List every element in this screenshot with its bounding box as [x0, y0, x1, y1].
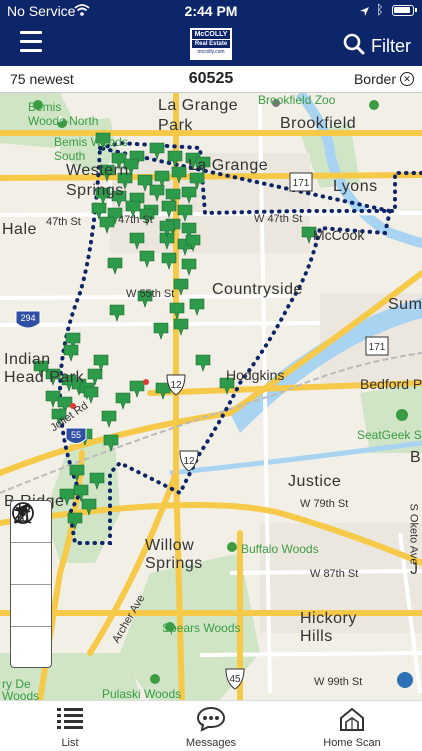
place-justice: Justice — [288, 473, 342, 490]
place-hodgkins: Hodgkins — [226, 367, 285, 383]
road-layer-button[interactable] — [11, 502, 51, 627]
park-woods-left: Woods — [2, 689, 40, 700]
bottom-tab-bar: List Messages Home Scan — [0, 700, 422, 751]
tab-messages-label: Messages — [185, 737, 237, 749]
list-icon — [0, 706, 140, 732]
place-hickory-hills: Hickory Hills — [300, 610, 357, 645]
park-pulaski-woods: Pulaski Woods — [102, 687, 182, 700]
place-hale: Hale — [2, 221, 37, 238]
home-scan-icon — [282, 706, 422, 732]
tab-list[interactable]: List — [0, 701, 140, 751]
place-lyons: Lyons — [333, 178, 378, 195]
svg-text:12: 12 — [170, 380, 182, 391]
messages-icon — [141, 706, 281, 732]
place-brookfield: Brookfield — [280, 115, 357, 132]
bluetooth-icon: ᛒ — [376, 2, 384, 17]
map-view[interactable]: 12 171 294 12 55 12 171 45 La Grange Par… — [0, 93, 422, 700]
place-willow-springs: Willow Springs — [145, 537, 203, 572]
filter-button[interactable]: Filter — [343, 33, 411, 60]
svg-text:45: 45 — [229, 674, 241, 685]
map-tools-panel — [10, 500, 52, 668]
tab-home-scan-label: Home Scan — [323, 737, 381, 749]
mccolly-logo: McCOLLY Real Estate mccolly.com — [189, 27, 233, 61]
street-w55th: W 55th St — [126, 288, 175, 300]
svg-text:294: 294 — [20, 313, 35, 323]
logo-line2: Real Estate — [192, 40, 230, 48]
place-sum: Sum — [388, 296, 422, 313]
park-spears-woods: Spears Woods — [162, 621, 241, 635]
tab-list-label: List — [61, 737, 79, 749]
street-47th-b: 47th St — [118, 214, 153, 226]
place-bedford-p: Bedford P — [360, 376, 422, 392]
street-w99th: W 99th St — [314, 676, 363, 688]
logo-url: mccolly.com — [197, 49, 225, 55]
logo-line1: McCOLLY — [192, 30, 230, 39]
app-header: No Service 2:44 PM ᛒ McCOLLY Real Estate… — [0, 0, 422, 66]
street-w87th: W 87th St — [310, 568, 359, 580]
svg-text:55: 55 — [71, 430, 81, 440]
results-info-bar: 75 newest 60525 Border ✕ — [0, 66, 422, 93]
border-label: Border — [353, 71, 396, 87]
place-j: J — [410, 561, 419, 578]
park-bemis-woods-north: Bemis Woods-North — [28, 100, 99, 128]
filter-label: Filter — [371, 35, 411, 56]
border-clear-button[interactable]: Border ✕ — [354, 71, 414, 87]
street-w79th: W 79th St — [300, 498, 349, 510]
place-la-grange-park: La Grange Park — [158, 97, 239, 134]
draw-button[interactable] — [11, 503, 51, 585]
place-seatgeek: SeatGeek Sta — [357, 428, 422, 442]
street-47th: 47th St — [46, 216, 81, 228]
place-indian-head-park: Indian Head Park — [4, 351, 85, 386]
park-buffalo-woods: Buffalo Woods — [241, 542, 319, 556]
tab-messages[interactable]: Messages — [141, 701, 281, 751]
tab-home-scan[interactable]: Home Scan — [282, 701, 422, 751]
place-western-springs: Western Springs — [66, 162, 129, 199]
park-bemis-woods-south: Bemis Woods South — [54, 135, 128, 163]
svg-text:171: 171 — [369, 342, 386, 353]
place-b-right: B — [410, 449, 422, 466]
battery-icon — [392, 5, 417, 16]
park-brookfield-zoo: Brookfield Zoo — [258, 93, 336, 107]
place-la-grange: La Grange — [188, 157, 269, 174]
close-icon: ✕ — [400, 72, 414, 86]
street-s-oketo: S Oketo Ave — [407, 503, 420, 565]
search-icon — [343, 33, 365, 60]
svg-text:12: 12 — [183, 456, 195, 467]
menu-button[interactable] — [20, 31, 42, 52]
place-countryside: Countryside — [212, 281, 303, 298]
svg-text:171: 171 — [293, 178, 310, 189]
street-w47th: W 47th St — [254, 213, 303, 225]
status-bar: No Service 2:44 PM ᛒ — [0, 0, 422, 22]
satellite-layer-button[interactable] — [11, 502, 51, 668]
location-arrow-icon — [359, 4, 370, 20]
place-mccook: McCook — [313, 227, 365, 243]
